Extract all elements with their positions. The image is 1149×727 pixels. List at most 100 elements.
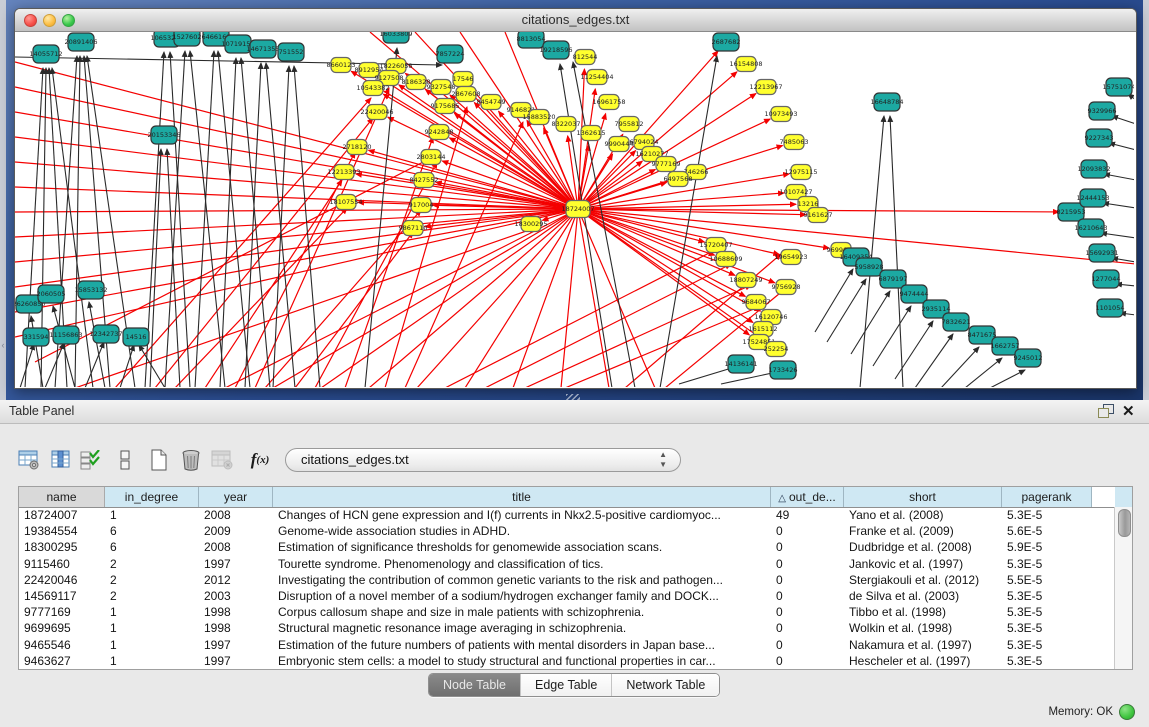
- graph-node-yellow[interactable]: 8454749: [477, 95, 506, 110]
- cell-short[interactable]: de Silva et al. (2003): [844, 588, 1002, 604]
- cell-title[interactable]: Structural magnetic resonance image aver…: [273, 620, 771, 636]
- cell-out_de[interactable]: 0: [771, 620, 844, 636]
- table-row[interactable]: 911546021997Tourette syndrome. Phenomeno…: [19, 556, 1115, 572]
- cell-in_degree[interactable]: 1: [105, 604, 199, 620]
- graph-node-teal[interactable]: 7832621: [942, 313, 971, 331]
- graph-node-teal[interactable]: 16648784: [870, 93, 903, 111]
- cell-short[interactable]: Dudbridge et al. (2008): [844, 539, 1002, 555]
- cell-pagerank[interactable]: 5.6E-5: [1002, 523, 1092, 539]
- cell-name[interactable]: 9115460: [19, 556, 105, 572]
- cell-title[interactable]: Estimation of significance thresholds fo…: [273, 539, 771, 555]
- cell-year[interactable]: 1997: [199, 653, 273, 669]
- network-canvas[interactable]: 8660123891295418226058912750881863289327…: [15, 32, 1134, 387]
- cell-pagerank[interactable]: 5.3E-5: [1002, 556, 1092, 572]
- table-row[interactable]: 946554611997Estimation of the future num…: [19, 637, 1115, 653]
- table-row[interactable]: 969969511998Structural magnetic resonanc…: [19, 620, 1115, 636]
- graph-node-teal[interactable]: 14516: [123, 328, 149, 346]
- graph-node-yellow[interactable]: 917004: [409, 198, 434, 213]
- cell-pagerank[interactable]: 5.3E-5: [1002, 637, 1092, 653]
- cell-in_degree[interactable]: 1: [105, 620, 199, 636]
- cell-out_de[interactable]: 0: [771, 539, 844, 555]
- cell-title[interactable]: Tourette syndrome. Phenomenology and cla…: [273, 556, 771, 572]
- graph-node-teal[interactable]: 1733426: [769, 361, 798, 379]
- cell-in_degree[interactable]: 1: [105, 507, 199, 523]
- cell-in_degree[interactable]: 2: [105, 572, 199, 588]
- cell-year[interactable]: 1997: [199, 637, 273, 653]
- table-row[interactable]: 1872400712008Changes of HCN gene express…: [19, 507, 1115, 523]
- cell-name[interactable]: 9463627: [19, 653, 105, 669]
- cell-title[interactable]: Embryonic stem cells: a model to study s…: [273, 653, 771, 669]
- cell-title[interactable]: Corpus callosum shape and size in male p…: [273, 604, 771, 620]
- graph-node-teal[interactable]: 1101054: [1096, 299, 1125, 317]
- graph-node-yellow[interactable]: 8660123: [327, 58, 356, 73]
- graph-node-yellow[interactable]: 12975115: [784, 165, 817, 180]
- cell-out_de[interactable]: 0: [771, 572, 844, 588]
- column-header-in_degree[interactable]: in_degree: [105, 487, 199, 507]
- cell-name[interactable]: 18300295: [19, 539, 105, 555]
- graph-node-yellow[interactable]: 252254: [764, 342, 789, 357]
- graph-node-teal[interactable]: 9227343: [1085, 129, 1114, 147]
- cell-pagerank[interactable]: 5.3E-5: [1002, 604, 1092, 620]
- cell-year[interactable]: 1998: [199, 604, 273, 620]
- cell-in_degree[interactable]: 2: [105, 588, 199, 604]
- cell-short[interactable]: Wolkin et al. (1998): [844, 620, 1002, 636]
- column-header-name[interactable]: name: [19, 487, 105, 507]
- cell-pagerank[interactable]: 5.3E-5: [1002, 653, 1092, 669]
- cell-short[interactable]: Franke et al. (2009): [844, 523, 1002, 539]
- cell-year[interactable]: 2009: [199, 523, 273, 539]
- cell-out_de[interactable]: 0: [771, 653, 844, 669]
- new-table-icon[interactable]: [16, 447, 42, 473]
- column-header-out_de[interactable]: △out_de...: [771, 487, 844, 507]
- graph-node-teal[interactable]: 1277044: [1092, 270, 1121, 288]
- cell-year[interactable]: 2003: [199, 588, 273, 604]
- graph-node-yellow[interactable]: 9684067: [742, 295, 771, 310]
- cell-in_degree[interactable]: 6: [105, 539, 199, 555]
- graph-node-yellow[interactable]: 18724007: [561, 201, 594, 218]
- cell-name[interactable]: 14569117: [19, 588, 105, 604]
- cell-pagerank[interactable]: 5.3E-5: [1002, 507, 1092, 523]
- select-rows-icon[interactable]: [78, 447, 102, 473]
- graph-node-yellow[interactable]: 15720407: [699, 238, 732, 253]
- cell-out_de[interactable]: 0: [771, 637, 844, 653]
- tab-network-table[interactable]: Network Table: [612, 674, 719, 696]
- cell-year[interactable]: 1997: [199, 556, 273, 572]
- graph-node-teal[interactable]: 14136141: [724, 355, 757, 373]
- scrollbar-thumb[interactable]: [1118, 509, 1131, 537]
- graph-node-teal[interactable]: 5958928: [855, 258, 884, 276]
- cell-pagerank[interactable]: 5.5E-5: [1002, 572, 1092, 588]
- graph-node-yellow[interactable]: 19654923: [774, 250, 807, 265]
- table-row[interactable]: 1456911722003Disruption of a novel membe…: [19, 588, 1115, 604]
- graph-node-yellow[interactable]: 7955812: [615, 117, 644, 132]
- graph-node-teal[interactable]: 2060505: [37, 285, 66, 303]
- memory-status-icon[interactable]: [1119, 704, 1135, 720]
- cell-in_degree[interactable]: 1: [105, 653, 199, 669]
- graph-node-teal[interactable]: 15853132: [74, 281, 107, 299]
- cell-out_de[interactable]: 49: [771, 507, 844, 523]
- graph-node-teal[interactable]: 331594: [23, 328, 49, 346]
- graph-node-teal[interactable]: 2687682: [712, 33, 741, 51]
- function-builder-icon[interactable]: f(x): [244, 447, 276, 473]
- float-panel-icon[interactable]: [1098, 404, 1115, 419]
- network-graph[interactable]: 8660123891295418226058912750881863289327…: [15, 32, 1134, 387]
- network-window[interactable]: citations_edges.txt 86601238912954182260…: [14, 8, 1137, 389]
- graph-node-teal[interactable]: 16033809: [379, 32, 412, 43]
- graph-node-teal[interactable]: 14055712: [29, 45, 62, 63]
- graph-node-yellow[interactable]: 17546: [453, 72, 474, 87]
- cell-short[interactable]: Jankovic et al. (1997): [844, 556, 1002, 572]
- graph-node-yellow[interactable]: 812544: [573, 50, 598, 65]
- cell-pagerank[interactable]: 5.9E-5: [1002, 539, 1092, 555]
- cell-year[interactable]: 2012: [199, 572, 273, 588]
- graph-node-yellow[interactable]: 2718120: [343, 140, 372, 155]
- table-select-dropdown[interactable]: citations_edges.txt ▲▼: [285, 448, 681, 472]
- table-vertical-scrollbar[interactable]: [1114, 507, 1132, 669]
- cell-out_de[interactable]: 0: [771, 604, 844, 620]
- cell-year[interactable]: 1998: [199, 620, 273, 636]
- graph-node-teal[interactable]: 9329966: [1088, 102, 1117, 120]
- tab-edge-table[interactable]: Edge Table: [521, 674, 612, 696]
- table-row[interactable]: 2242004622012Investigating the contribut…: [19, 572, 1115, 588]
- cell-title[interactable]: Changes of HCN gene expression and I(f) …: [273, 507, 771, 523]
- graph-node-teal[interactable]: 19218596: [539, 41, 572, 59]
- cell-title[interactable]: Estimation of the future numbers of pati…: [273, 637, 771, 653]
- column-header-title[interactable]: title: [273, 487, 771, 507]
- cell-year[interactable]: 2008: [199, 507, 273, 523]
